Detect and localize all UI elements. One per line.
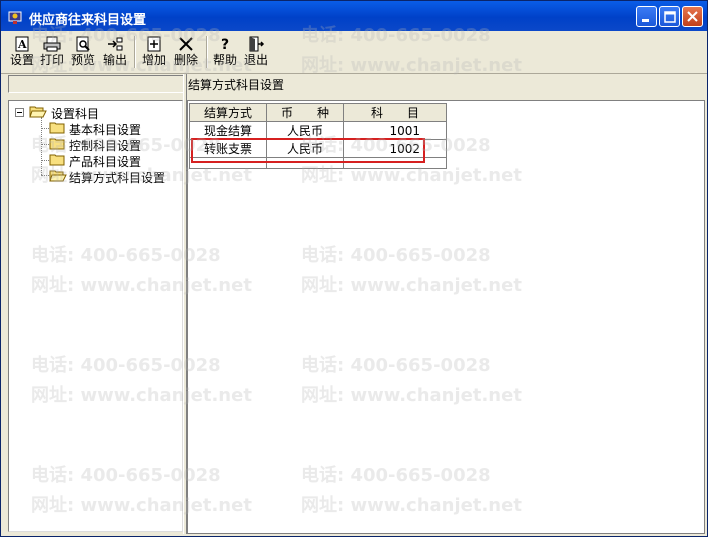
print-button[interactable]: 打印 [38, 35, 66, 71]
grid-panel: 结算方式 币 种 科 目 现金结算 人民币 1001 转账支票 人民币 1002 [187, 100, 705, 534]
svg-text:?: ? [221, 37, 229, 53]
close-button[interactable] [682, 6, 703, 27]
tree-connector [41, 160, 49, 161]
path-field [8, 75, 184, 93]
add-icon [147, 36, 161, 52]
maximize-button[interactable] [659, 6, 680, 27]
cell-currency[interactable]: 人民币 [266, 121, 344, 140]
export-label: 输出 [102, 53, 127, 67]
add-label: 增加 [141, 53, 166, 67]
help-button[interactable]: ? 帮助 [211, 35, 239, 71]
tree-node-product-accounts[interactable]: 产品科目设置 [49, 152, 179, 169]
tree-node-control-accounts[interactable]: 控制科目设置 [49, 136, 179, 153]
cell-settlement-method[interactable]: 现金结算 [189, 121, 267, 140]
help-icon: ? [221, 37, 229, 53]
exit-button[interactable]: 退出 [242, 35, 270, 71]
tree-connector [41, 175, 49, 176]
tree-connector [41, 117, 42, 175]
preview-button[interactable]: 预览 [69, 35, 97, 71]
folder-icon [49, 122, 65, 134]
preview-icon [76, 36, 90, 52]
close-icon [687, 11, 698, 22]
tree-panel: 设置科目 基本科目设置 控制科目设置 产品科目设置 结算方式科目设置 [8, 100, 183, 532]
add-button[interactable]: 增加 [140, 35, 168, 71]
print-label: 打印 [39, 53, 64, 67]
minimize-button[interactable] [636, 6, 657, 27]
column-header-currency[interactable]: 币 种 [266, 103, 344, 122]
highlight-box [191, 138, 425, 163]
settings-icon: A [15, 36, 29, 52]
preview-label: 预览 [70, 53, 95, 67]
delete-button[interactable]: 删除 [172, 35, 200, 71]
export-icon [108, 37, 123, 51]
delete-icon [179, 37, 193, 51]
settings-button[interactable]: A 设置 [8, 35, 36, 71]
toolbar: A 设置 打印 预览 输出 增加 删除 ? 帮助 退出 [1, 31, 707, 74]
folder-icon [49, 138, 65, 150]
exit-label: 退出 [243, 53, 268, 67]
toolbar-separator [206, 36, 208, 68]
minimize-icon [642, 19, 649, 22]
table-header-row: 结算方式 币 种 科 目 [189, 103, 447, 122]
tree-connector [41, 144, 49, 145]
open-folder-icon [49, 170, 67, 182]
folder-icon [49, 154, 65, 166]
open-folder-icon [29, 106, 47, 118]
cell-account[interactable]: 1001 [343, 121, 447, 140]
app-icon [8, 11, 22, 24]
tree-item-label: 结算方式科目设置 [69, 171, 166, 185]
settings-label: 设置 [9, 53, 34, 67]
window-title: 供应商往来科目设置 [29, 13, 147, 28]
column-header-account[interactable]: 科 目 [343, 103, 447, 122]
tree-node-basic-accounts[interactable]: 基本科目设置 [49, 120, 179, 137]
exit-door-icon [249, 36, 265, 52]
help-label: 帮助 [212, 53, 237, 67]
tree-node-settlement-accounts[interactable]: 结算方式科目设置 [49, 168, 181, 185]
printer-icon [43, 36, 61, 52]
export-button[interactable]: 输出 [101, 35, 129, 71]
toolbar-separator [134, 36, 136, 68]
table-row[interactable]: 现金结算 人民币 1001 [189, 121, 447, 140]
column-header-settlement-method[interactable]: 结算方式 [189, 103, 267, 122]
delete-label: 删除 [173, 53, 198, 67]
title-bar[interactable]: 供应商往来科目设置 [1, 1, 707, 31]
collapse-toggle[interactable] [15, 108, 24, 117]
maximize-icon [664, 11, 676, 23]
tree-node-root[interactable]: 设置科目 [15, 104, 175, 121]
section-label: 结算方式科目设置 [188, 78, 285, 92]
app-window: 供应商往来科目设置 A 设置 打印 预览 输出 增加 删除 ? 帮助 退出 结算… [0, 0, 708, 537]
svg-text:A: A [17, 38, 27, 51]
minus-icon [17, 112, 22, 113]
tree-connector [41, 128, 49, 129]
